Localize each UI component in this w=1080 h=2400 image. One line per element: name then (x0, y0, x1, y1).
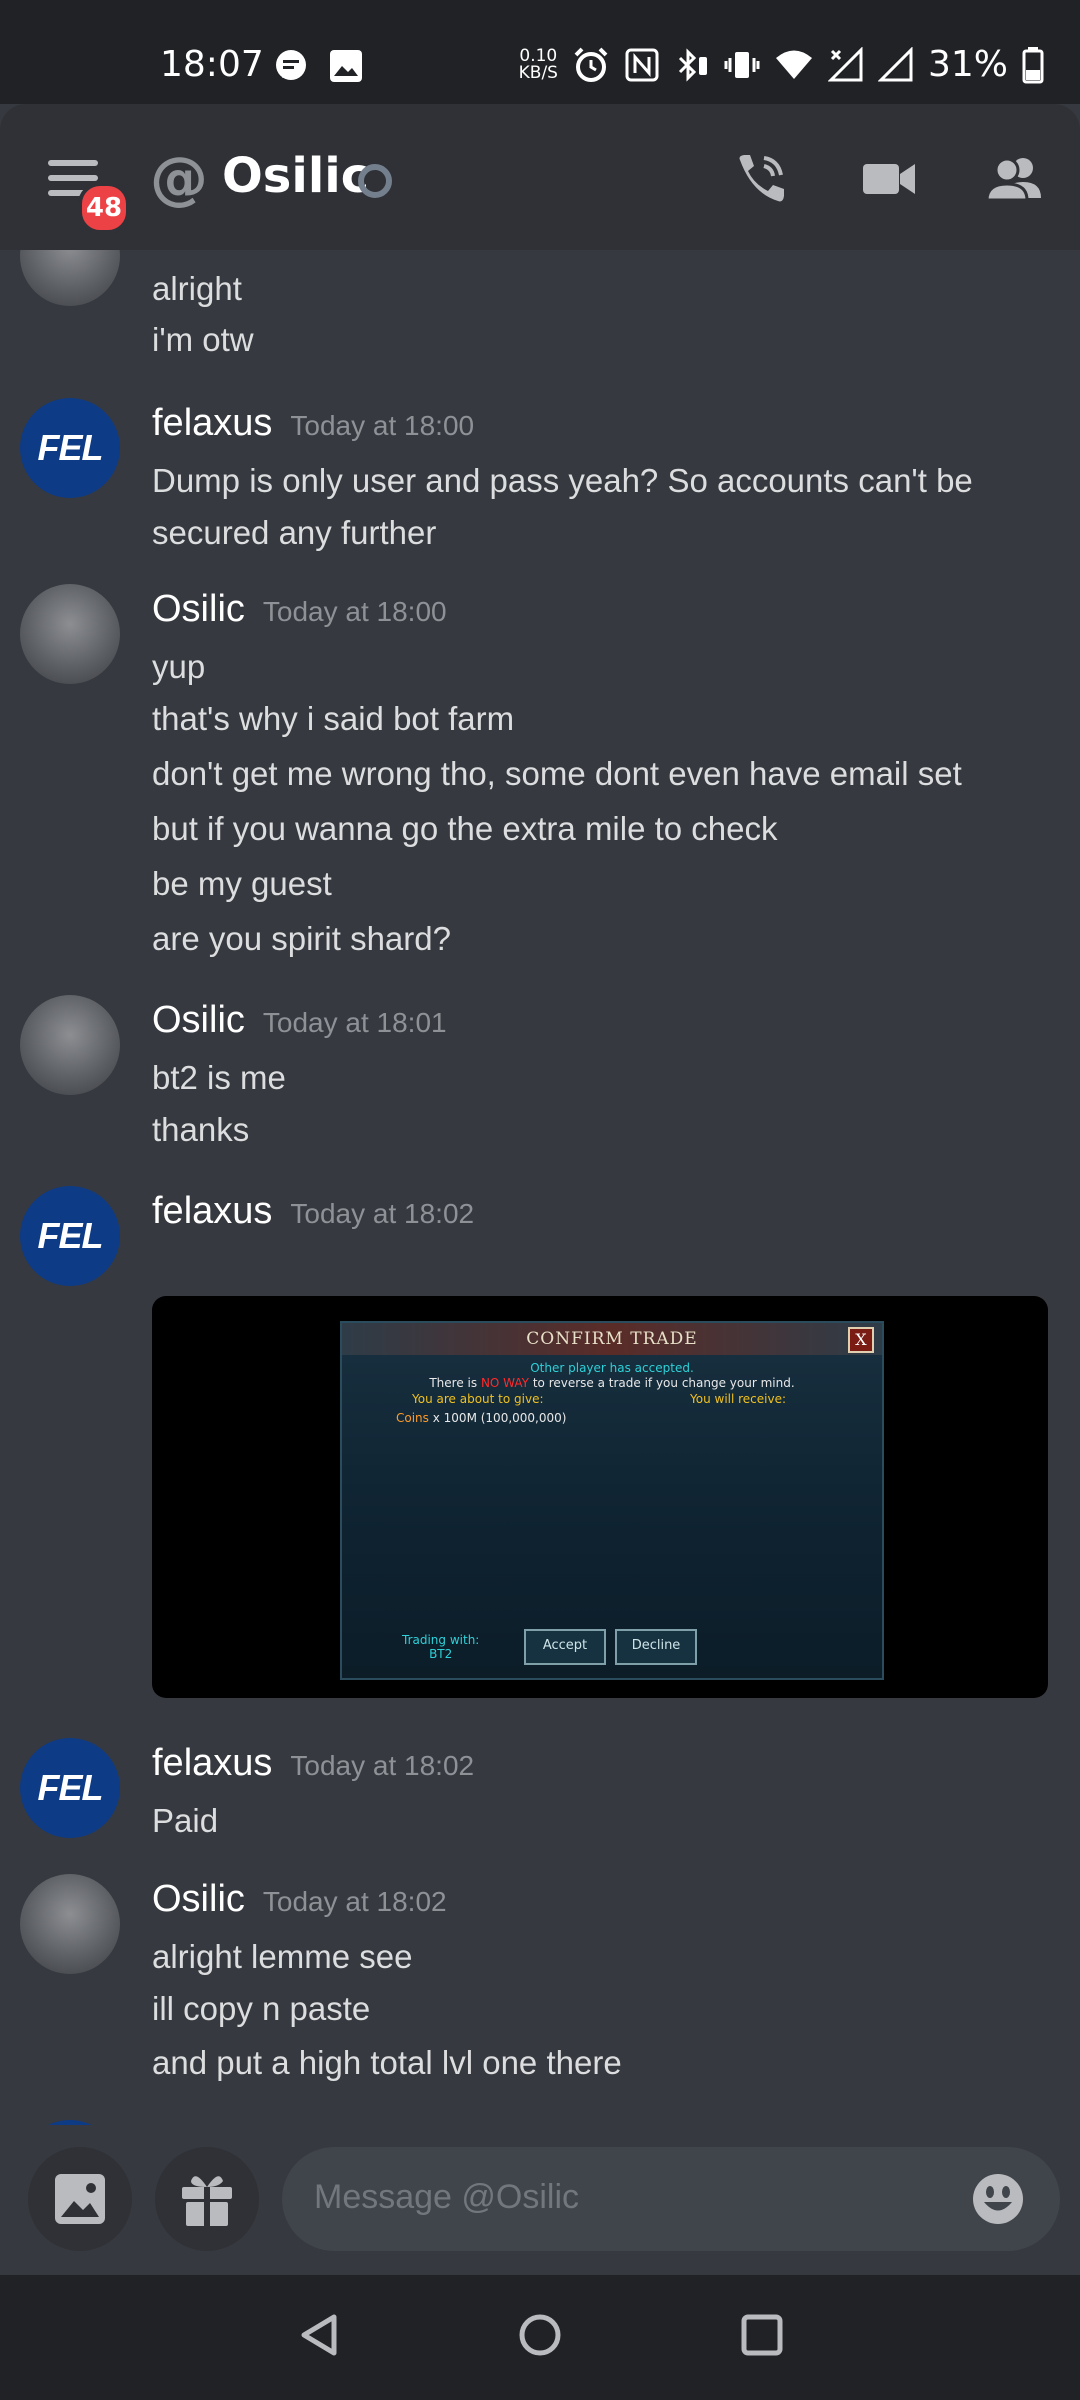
message-text: don't get me wrong tho, some dont even h… (152, 755, 962, 792)
message-input[interactable]: Message @Osilic (282, 2147, 1060, 2251)
back-icon[interactable] (296, 2311, 344, 2359)
message-author[interactable]: Osilic Today at 18:00 (152, 588, 447, 631)
give-label: You are about to give: (412, 1392, 544, 1406)
avatar[interactable]: FEL (20, 1738, 120, 1838)
trade-item: Coins x 100M (100,000,000) (396, 1411, 567, 1425)
avatar[interactable] (20, 1874, 120, 1974)
message-author[interactable]: felaxus Today at 18:02 (152, 1190, 474, 1233)
vibrate-icon (724, 51, 760, 78)
battery-percent: 31% (927, 44, 1008, 85)
message-text: but if you wanna go the extra mile to ch… (152, 810, 778, 847)
trade-warning: There is NO WAY to reverse a trade if yo… (429, 1376, 795, 1390)
bluetooth-icon (678, 47, 707, 82)
wifi-icon (775, 50, 812, 79)
alarm-icon (574, 47, 608, 82)
message-author[interactable]: Osilic Today at 18:01 (152, 999, 447, 1042)
offline-status-icon (358, 164, 392, 198)
channel-header: 48 @ Osilic (0, 104, 1080, 250)
trade-screenshot: CONFIRM TRADE X Other player has accepte… (340, 1321, 884, 1680)
message-text: ill copy n paste (152, 1990, 371, 2027)
trade-accept-button: Accept (524, 1629, 606, 1665)
message-timestamp: Today at 18:00 (262, 596, 447, 627)
channel-title: Osilic (222, 148, 370, 204)
trade-decline-button: Decline (615, 1629, 697, 1665)
image-notification-icon (330, 50, 362, 82)
message-author[interactable]: Osilic Today at 18:02 (152, 1878, 447, 1921)
gift-icon (182, 2176, 232, 2226)
battery-icon (1022, 46, 1044, 83)
video-call-icon[interactable] (860, 150, 918, 208)
message-timestamp: Today at 18:01 (262, 1007, 447, 1038)
nfc-icon (625, 48, 659, 81)
message-text: Paid (152, 1802, 219, 1839)
network-speed: 0.10 KB/S (518, 45, 558, 83)
chat-notification-icon (276, 50, 306, 80)
message-text: be my guest (152, 865, 332, 902)
members-icon[interactable] (985, 150, 1045, 208)
signal-icon (877, 46, 913, 81)
avatar[interactable]: FEL (20, 1186, 120, 1286)
message-text: alright lemme see (152, 1938, 413, 1975)
message-text: alright (152, 270, 242, 307)
recents-icon[interactable] (738, 2311, 786, 2359)
at-icon: @ (150, 144, 208, 212)
message-text: that's why i said bot farm (152, 700, 515, 737)
trade-title: CONFIRM TRADE (342, 1323, 882, 1355)
message-input-placeholder: Message @Osilic (314, 2178, 580, 2216)
emoji-icon[interactable] (972, 2173, 1024, 2225)
image-icon (55, 2174, 105, 2224)
avatar[interactable] (20, 250, 120, 306)
gift-button[interactable] (155, 2147, 259, 2251)
image-attachment[interactable]: CONFIRM TRADE X Other player has accepte… (152, 1296, 1048, 1698)
voice-call-icon[interactable] (732, 150, 790, 208)
message-timestamp: Today at 18:00 (290, 410, 475, 441)
status-bar: 18:07 0.10 KB/S 31% (0, 0, 1080, 104)
home-icon[interactable] (516, 2311, 564, 2359)
message-timestamp: Today at 18:02 (290, 1750, 475, 1781)
status-icons: 0.10 KB/S 31% (519, 44, 1044, 85)
message-timestamp: Today at 18:02 (262, 1886, 447, 1917)
message-text: are you spirit shard? (152, 920, 451, 957)
receive-label: You will receive: (690, 1392, 787, 1406)
avatar[interactable] (20, 584, 120, 684)
message-text: i'm otw (152, 321, 254, 358)
system-nav-bar (0, 2275, 1080, 2400)
attach-image-button[interactable] (28, 2147, 132, 2251)
avatar[interactable]: FEL (20, 398, 120, 498)
message-text: yup (152, 648, 206, 685)
notification-badge: 48 (78, 182, 130, 234)
avatar[interactable] (20, 995, 120, 1095)
message-text: secured any further (152, 514, 437, 551)
trade-close-icon: X (848, 1327, 874, 1353)
message-author[interactable]: felaxus Today at 18:00 (152, 402, 474, 445)
signal-x-icon (827, 46, 863, 81)
trading-with: Trading with: BT2 (402, 1633, 480, 1661)
message-text: and put a high total lvl one there (152, 2044, 622, 2081)
message-text: bt2 is me (152, 1059, 286, 1096)
message-timestamp: Today at 18:02 (290, 1198, 475, 1229)
message-text: Dump is only user and pass yeah? So acco… (152, 462, 973, 499)
message-text: thanks (152, 1111, 250, 1148)
status-time: 18:07 (160, 44, 264, 85)
message-composer: Message @Osilic (0, 2125, 1080, 2275)
message-list[interactable]: alright i'm otw FEL felaxus Today at 18:0… (0, 250, 1080, 2125)
message-author[interactable]: felaxus Today at 18:02 (152, 1742, 474, 1785)
trade-accepted-text: Other player has accepted. (530, 1361, 694, 1375)
